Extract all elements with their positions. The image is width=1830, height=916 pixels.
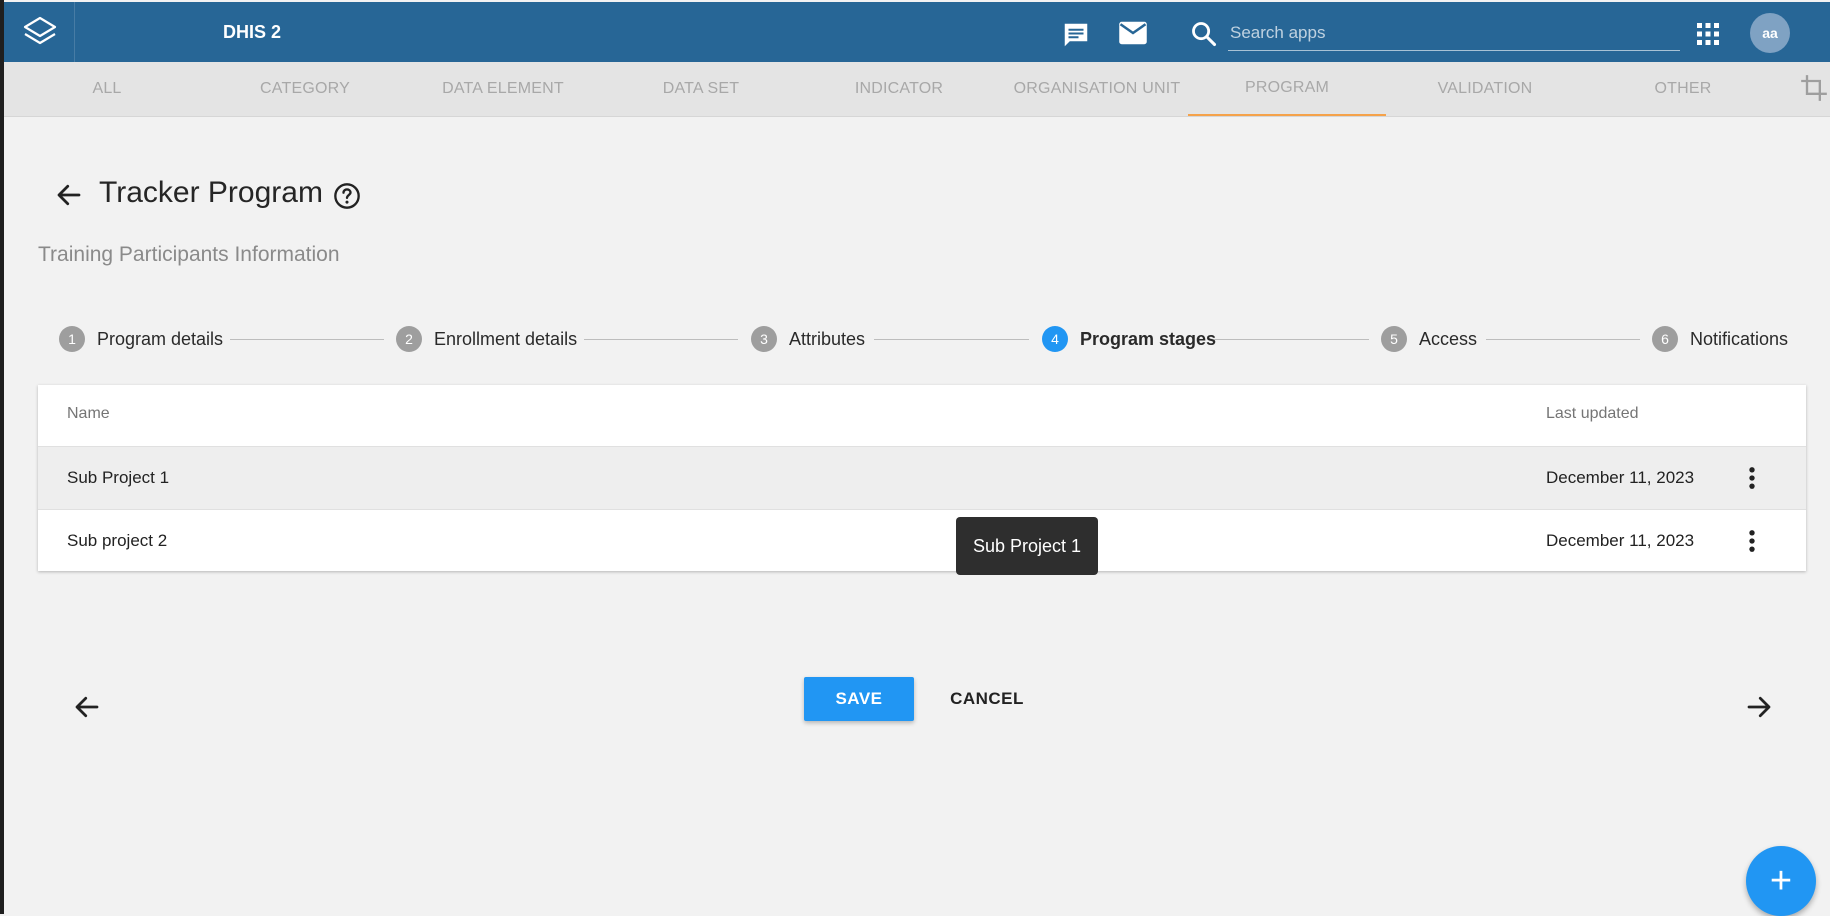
save-button[interactable]: SAVE xyxy=(804,677,914,721)
step-number: 5 xyxy=(1381,326,1407,352)
mail-icon[interactable] xyxy=(1118,20,1148,46)
search-apps-input[interactable] xyxy=(1228,16,1680,51)
step-label: Program stages xyxy=(1080,328,1217,349)
user-avatar[interactable]: aa xyxy=(1750,13,1790,53)
column-header-name[interactable]: Name xyxy=(67,405,110,423)
step-enrollment-details[interactable]: 2 Enrollment details xyxy=(396,326,577,352)
row-name: Sub Project 1 xyxy=(67,468,170,487)
row-last-updated: December 11, 2023 xyxy=(1546,468,1695,487)
tab-category[interactable]: CATEGORY xyxy=(206,62,404,116)
step-number: 6 xyxy=(1652,326,1678,352)
tab-program[interactable]: PROGRAM xyxy=(1188,62,1386,116)
cancel-button[interactable]: CANCEL xyxy=(938,677,1036,721)
step-number: 2 xyxy=(396,326,422,352)
step-connector xyxy=(230,339,384,340)
previous-step-arrow-icon[interactable] xyxy=(72,692,102,722)
tab-organisation-unit[interactable]: ORGANISATION UNIT xyxy=(998,62,1196,116)
next-step-arrow-icon[interactable] xyxy=(1744,692,1774,722)
tab-data-element[interactable]: DATA ELEMENT xyxy=(404,62,602,116)
step-connector xyxy=(874,339,1029,340)
step-label: Attributes xyxy=(789,328,866,349)
more-vert-icon[interactable] xyxy=(1738,464,1766,492)
app-title[interactable]: DHIS 2 xyxy=(223,22,281,43)
step-label: Notifications xyxy=(1690,328,1789,349)
step-notifications[interactable]: 6 Notifications xyxy=(1652,326,1788,352)
messages-icon[interactable] xyxy=(1061,20,1091,50)
table-row[interactable]: Sub Project 1 December 11, 2023 xyxy=(38,447,1806,509)
column-header-last-updated[interactable]: Last updated xyxy=(1546,405,1639,423)
tab-other[interactable]: OTHER xyxy=(1584,62,1782,116)
row-name: Sub project 2 xyxy=(67,531,168,550)
row-tooltip: Sub Project 1 xyxy=(956,517,1098,575)
step-connector xyxy=(584,339,738,340)
step-number: 3 xyxy=(751,326,777,352)
tab-data-set[interactable]: DATA SET xyxy=(602,62,800,116)
step-label: Access xyxy=(1419,328,1478,349)
section-tabs: ALL CATEGORY DATA ELEMENT DATA SET INDIC… xyxy=(4,62,1830,117)
search-icon[interactable] xyxy=(1190,20,1218,48)
step-label: Enrollment details xyxy=(434,328,578,349)
add-program-stage-button[interactable]: + xyxy=(1746,846,1816,916)
window-edge xyxy=(0,0,4,914)
table-header: Name Last updated xyxy=(38,385,1806,447)
page-title: Tracker Program xyxy=(99,176,323,209)
step-program-details[interactable]: 1 Program details xyxy=(59,326,223,352)
header-bar: DHIS 2 aa xyxy=(4,2,1830,62)
step-connector xyxy=(1214,339,1369,340)
logo-divider xyxy=(74,2,75,62)
table-row[interactable]: Sub project 2 December 11, 2023 xyxy=(38,509,1806,572)
step-program-stages[interactable]: 4 Program stages xyxy=(1042,326,1216,352)
apps-grid-icon[interactable] xyxy=(1696,22,1720,46)
program-stages-table: Name Last updated Sub Project 1 December… xyxy=(38,385,1806,571)
tab-all[interactable]: ALL xyxy=(8,62,206,116)
step-number: 4 xyxy=(1042,326,1068,352)
help-icon[interactable] xyxy=(333,182,361,210)
program-subtitle: Training Participants Information xyxy=(38,243,340,266)
step-number: 1 xyxy=(59,326,85,352)
tab-indicator[interactable]: INDICATOR xyxy=(800,62,998,116)
step-connector xyxy=(1486,339,1640,340)
step-attributes[interactable]: 3 Attributes xyxy=(751,326,865,352)
step-label: Program details xyxy=(97,328,224,349)
step-access[interactable]: 5 Access xyxy=(1381,326,1477,352)
more-vert-icon[interactable] xyxy=(1738,527,1766,555)
dhis2-logo-icon[interactable] xyxy=(22,15,58,49)
back-arrow-icon[interactable] xyxy=(54,180,84,210)
tab-validation[interactable]: VALIDATION xyxy=(1386,62,1584,116)
row-last-updated: December 11, 2023 xyxy=(1546,531,1695,550)
crop-icon[interactable] xyxy=(1800,74,1828,102)
